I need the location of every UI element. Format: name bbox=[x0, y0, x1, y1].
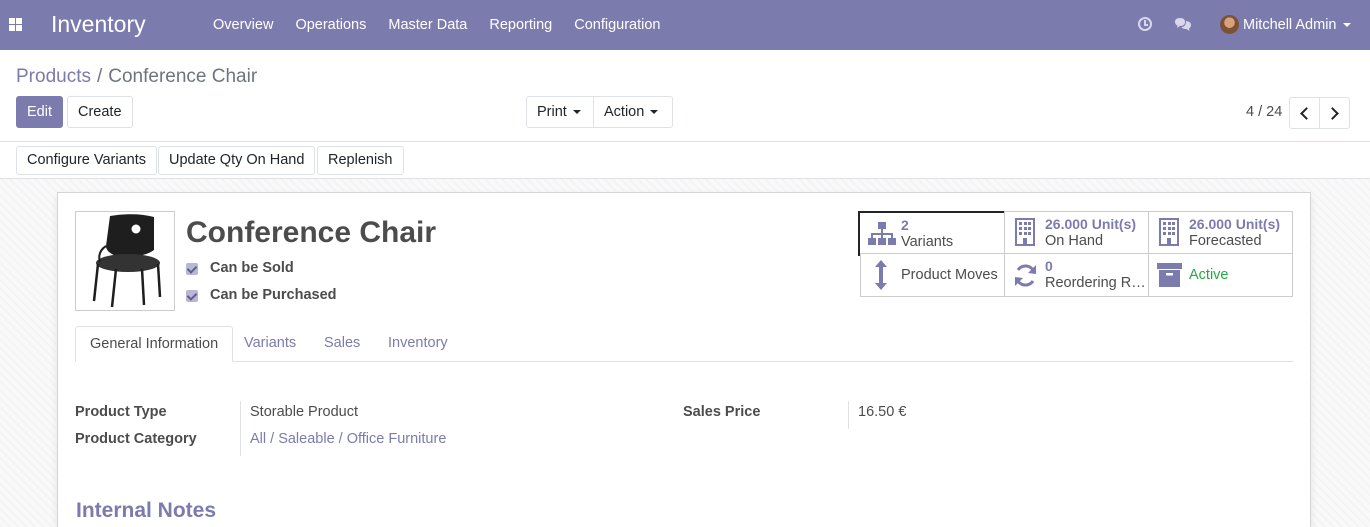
form-tabs: General Information Variants Sales Inven… bbox=[75, 326, 1293, 362]
tab-variants[interactable]: Variants bbox=[230, 326, 310, 362]
product-category-label: Product Category bbox=[75, 431, 197, 447]
can-be-purchased-checkbox[interactable] bbox=[186, 290, 198, 302]
tab-inventory[interactable]: Inventory bbox=[374, 326, 462, 362]
building-icon bbox=[1015, 218, 1035, 246]
menu-item-master-data[interactable]: Master Data bbox=[388, 17, 467, 33]
top-navbar: Inventory Overview Operations Master Dat… bbox=[0, 0, 1370, 50]
pager-value[interactable]: 4 / 24 bbox=[1246, 104, 1282, 120]
menu-item-configuration[interactable]: Configuration bbox=[574, 17, 660, 33]
variants-count: 2 bbox=[901, 217, 909, 233]
refresh-icon bbox=[1015, 264, 1036, 287]
sales-price-label: Sales Price bbox=[683, 404, 761, 420]
configure-variants-button[interactable]: Configure Variants bbox=[16, 146, 158, 175]
breadcrumb: Products / Conference Chair bbox=[16, 66, 257, 88]
breadcrumb-current: Conference Chair bbox=[108, 66, 258, 87]
chevron-left-icon bbox=[1300, 107, 1313, 120]
building-icon bbox=[1159, 218, 1179, 246]
update-qty-button[interactable]: Update Qty On Hand bbox=[158, 146, 316, 175]
tab-sales[interactable]: Sales bbox=[310, 326, 374, 362]
user-caret-icon bbox=[1343, 23, 1351, 27]
active-toggle-button[interactable]: Active bbox=[1148, 253, 1293, 297]
breadcrumb-separator: / bbox=[96, 66, 103, 87]
activity-clock-icon[interactable] bbox=[1138, 17, 1152, 31]
print-dropdown[interactable]: Print bbox=[526, 96, 594, 128]
product-moves-smart-button[interactable]: Product Moves bbox=[860, 253, 1005, 297]
create-button[interactable]: Create bbox=[67, 96, 133, 128]
can-be-sold-checkbox[interactable] bbox=[186, 263, 198, 275]
menu-item-reporting[interactable]: Reporting bbox=[489, 17, 552, 33]
field-divider bbox=[240, 401, 241, 456]
form-sheet: Conference Chair Can be Sold Can be Purc… bbox=[57, 192, 1311, 527]
user-avatar[interactable] bbox=[1220, 15, 1239, 34]
product-name[interactable]: Conference Chair bbox=[186, 216, 436, 250]
sales-price-value[interactable]: 16.50 € bbox=[858, 404, 906, 420]
print-caret-icon bbox=[572, 110, 581, 115]
app-name[interactable]: Inventory bbox=[51, 11, 146, 38]
chevron-right-icon bbox=[1326, 107, 1339, 120]
action-label: Action bbox=[604, 104, 645, 120]
forecasted-quantity: 26.000 Unit(s) bbox=[1189, 216, 1281, 232]
action-caret-icon bbox=[650, 110, 659, 115]
active-label: Active bbox=[1189, 267, 1229, 283]
sitemap-icon bbox=[868, 222, 896, 245]
product-category-link[interactable]: All / Saleable / Office Furniture bbox=[250, 431, 446, 447]
control-panel: Products / Conference Chair Edit Create Pr… bbox=[0, 50, 1370, 142]
vertical-arrows-icon bbox=[875, 260, 887, 290]
pager-previous-button[interactable] bbox=[1289, 97, 1320, 129]
field-divider bbox=[848, 401, 849, 429]
breadcrumb-products[interactable]: Products bbox=[16, 66, 91, 87]
can-be-purchased-label: Can be Purchased bbox=[210, 287, 337, 303]
product-image[interactable] bbox=[75, 211, 175, 311]
menu-item-overview[interactable]: Overview bbox=[213, 17, 273, 33]
main-menu: Overview Operations Master Data Reportin… bbox=[213, 0, 682, 50]
on-hand-quantity: 26.000 Unit(s) bbox=[1045, 216, 1137, 232]
forecasted-smart-button[interactable]: 26.000 Unit(s) Forecasted bbox=[1148, 211, 1293, 254]
reordering-rules-smart-button[interactable]: 0 Reordering R… bbox=[1004, 253, 1149, 297]
chat-icon[interactable] bbox=[1174, 17, 1192, 32]
user-menu[interactable]: Mitchell Admin bbox=[1243, 17, 1336, 33]
product-type-label: Product Type bbox=[75, 404, 167, 420]
internal-notes-title: Internal Notes bbox=[76, 499, 217, 522]
product-moves-label: Product Moves bbox=[901, 267, 998, 283]
edit-button[interactable]: Edit bbox=[16, 96, 63, 128]
can-be-sold-label: Can be Sold bbox=[210, 260, 294, 276]
forecasted-label: Forecasted bbox=[1189, 233, 1262, 249]
product-type-value[interactable]: Storable Product bbox=[250, 404, 358, 420]
chair-image bbox=[92, 214, 162, 308]
archive-icon bbox=[1157, 263, 1182, 287]
apps-menu-icon[interactable] bbox=[9, 18, 22, 31]
menu-item-operations[interactable]: Operations bbox=[295, 17, 366, 33]
variants-label: Variants bbox=[901, 234, 954, 250]
print-label: Print bbox=[537, 104, 567, 120]
form-statusbar: Configure Variants Update Qty On Hand Re… bbox=[0, 142, 1370, 179]
on-hand-smart-button[interactable]: 26.000 Unit(s) On Hand bbox=[1004, 211, 1149, 254]
variants-smart-button[interactable]: 2 Variants bbox=[858, 211, 1007, 256]
pager-next-button[interactable] bbox=[1319, 97, 1350, 129]
on-hand-label: On Hand bbox=[1045, 233, 1104, 249]
reordering-label: Reordering R… bbox=[1045, 275, 1145, 291]
action-dropdown[interactable]: Action bbox=[593, 96, 673, 128]
tab-general-information[interactable]: General Information bbox=[75, 326, 234, 362]
replenish-button[interactable]: Replenish bbox=[317, 146, 404, 175]
reordering-count: 0 bbox=[1045, 258, 1053, 274]
